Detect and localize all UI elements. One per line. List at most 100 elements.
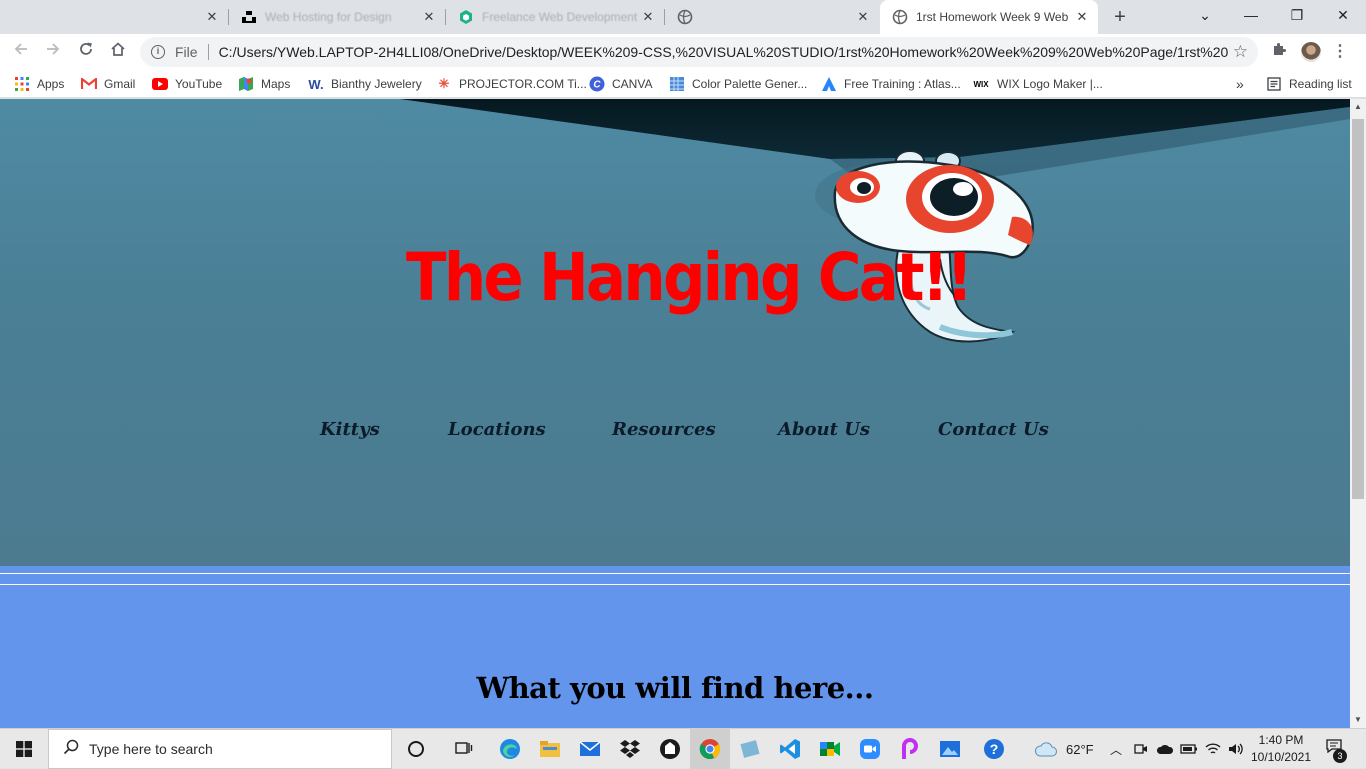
bookmark-wix[interactable]: WIX WIX Logo Maker |... (972, 75, 1103, 93)
scroll-down-icon[interactable]: ▼ (1350, 712, 1366, 728)
notes-icon[interactable] (736, 735, 764, 763)
profile-avatar[interactable] (1301, 42, 1321, 62)
tab-1[interactable]: Web Hosting for Design ✕ (229, 0, 445, 34)
bookmarks-bar: Apps Gmail YouTube Maps W. Bianthy Jewel… (0, 70, 1366, 98)
close-icon[interactable]: ✕ (1074, 9, 1090, 25)
bookmarks-overflow-icon[interactable]: » (1236, 75, 1244, 93)
meet-icon[interactable] (816, 735, 844, 763)
nav-link-about-us[interactable]: About Us (778, 419, 870, 440)
weather-widget[interactable]: 62°F (1034, 729, 1094, 769)
back-arrow-icon[interactable] (8, 39, 34, 65)
bookmark-apps[interactable]: Apps (14, 75, 64, 93)
nav-link-resources[interactable]: Resources (612, 419, 716, 440)
app-icon[interactable] (656, 735, 684, 763)
atlassian-icon (821, 76, 837, 92)
main-nav: Kittys Locations Resources About Us Cont… (0, 419, 1350, 449)
reading-list-button[interactable]: Reading list (1266, 75, 1352, 93)
search-placeholder: Type here to search (89, 741, 213, 757)
system-clock[interactable]: 1:40 PM 10/10/2021 (1248, 732, 1314, 766)
extensions-puzzle-icon[interactable] (1268, 41, 1290, 63)
hexagon-icon (458, 9, 474, 25)
picsart-icon[interactable] (896, 735, 924, 763)
tray-chevron-icon[interactable]: ︿ (1110, 729, 1122, 769)
tab-search-icon[interactable]: ⌄ (1182, 0, 1228, 30)
bookmark-maps[interactable]: Maps (238, 75, 290, 93)
battery-icon[interactable] (1180, 729, 1198, 769)
bookmark-atlassian[interactable]: Free Training : Atlas... (821, 75, 961, 93)
bookmark-bianthy[interactable]: W. Bianthy Jewelery (308, 75, 422, 93)
reload-icon[interactable] (73, 39, 99, 65)
bookmark-projector[interactable]: ✳ PROJECTOR.COM Ti... (436, 75, 587, 93)
help-icon[interactable]: ? (980, 735, 1008, 763)
meet-now-icon[interactable] (1134, 729, 1148, 769)
info-icon[interactable]: i (151, 45, 165, 59)
onedrive-icon[interactable] (1156, 729, 1174, 769)
bookmark-label: Bianthy Jewelery (331, 77, 422, 91)
wifi-icon[interactable] (1205, 729, 1221, 769)
taskbar-search[interactable]: Type here to search (48, 729, 392, 769)
edge-icon[interactable] (496, 735, 524, 763)
chrome-icon[interactable] (696, 735, 724, 763)
canva-icon: C (589, 76, 605, 92)
section-heading: What you will find here... (476, 671, 874, 705)
bookmark-label: Free Training : Atlas... (844, 77, 961, 91)
task-view-icon[interactable] (450, 735, 478, 763)
bookmark-gmail[interactable]: Gmail (81, 75, 135, 93)
cortana-icon[interactable] (402, 735, 430, 763)
w-icon: W. (308, 76, 324, 92)
bookmark-star-icon[interactable]: ☆ (1233, 42, 1248, 62)
tab-0[interactable]: ✕ (0, 0, 228, 34)
url-text[interactable]: C:/Users/YWeb.LAPTOP-2H4LLI08/OneDrive/D… (219, 44, 1229, 60)
page-scrollbar[interactable]: ▲ ▼ (1350, 99, 1366, 728)
close-icon[interactable]: ✕ (421, 9, 437, 25)
photos-icon[interactable] (936, 735, 964, 763)
tab-active[interactable]: 1rst Homework Week 9 Web ✕ (880, 0, 1098, 34)
restore-button[interactable]: ❐ (1274, 0, 1320, 30)
nav-link-locations[interactable]: Locations (448, 419, 546, 440)
bookmark-label: Color Palette Gener... (692, 77, 808, 91)
gmail-icon (81, 76, 97, 92)
bookmark-label: PROJECTOR.COM Ti... (459, 77, 587, 91)
zoom-icon[interactable] (856, 735, 884, 763)
bookmark-youtube[interactable]: YouTube (152, 75, 222, 93)
reading-list-icon (1266, 76, 1282, 92)
search-icon (63, 739, 79, 760)
page-title: The Hanging Cat!! (406, 239, 973, 316)
tab-title: 1rst Homework Week 9 Web (916, 10, 1069, 24)
weather-temperature: 62°F (1066, 741, 1094, 757)
file-explorer-icon[interactable] (536, 735, 564, 763)
tab-title: Freelance Web Development (482, 10, 638, 24)
scroll-up-icon[interactable]: ▲ (1350, 99, 1366, 115)
scrollbar-thumb[interactable] (1352, 119, 1364, 499)
forward-arrow-icon[interactable] (40, 39, 66, 65)
divider-line (0, 573, 1350, 574)
close-icon[interactable]: ✕ (640, 9, 656, 25)
address-bar[interactable]: i File C:/Users/YWeb.LAPTOP-2H4LLI08/One… (140, 37, 1258, 67)
nav-link-contact-us[interactable]: Contact Us (938, 419, 1049, 440)
home-icon[interactable] (105, 39, 131, 65)
new-tab-button[interactable]: + (1108, 5, 1132, 29)
tab-2[interactable]: Freelance Web Development ✕ (446, 0, 664, 34)
dropbox-icon[interactable] (616, 735, 644, 763)
mail-icon[interactable] (576, 735, 604, 763)
nav-link-kittys[interactable]: Kittys (320, 419, 380, 440)
vscode-icon[interactable] (776, 735, 804, 763)
bookmark-label: WIX Logo Maker |... (997, 77, 1103, 91)
minimize-button[interactable]: — (1228, 0, 1274, 30)
cloud-icon (1034, 742, 1057, 757)
close-window-button[interactable]: ✕ (1320, 0, 1366, 30)
bookmark-color-palette[interactable]: Color Palette Gener... (669, 75, 807, 93)
page-viewport: The Hanging Cat!! Kittys Locations Resou… (0, 99, 1366, 728)
close-icon[interactable]: ✕ (204, 9, 220, 25)
wix-icon: WIX (973, 79, 989, 89)
bookmark-canva[interactable]: C CANVA (589, 75, 652, 93)
start-button[interactable] (0, 729, 48, 769)
clock-date: 10/10/2021 (1250, 750, 1312, 764)
bookmark-label: YouTube (175, 77, 223, 91)
close-icon[interactable]: ✕ (855, 9, 871, 25)
tab-3[interactable]: ✕ (665, 0, 879, 34)
blank-icon (12, 9, 28, 25)
divider-line (0, 584, 1350, 585)
menu-kebab-icon[interactable]: ⋮ (1329, 41, 1351, 63)
volume-icon[interactable] (1228, 729, 1244, 769)
